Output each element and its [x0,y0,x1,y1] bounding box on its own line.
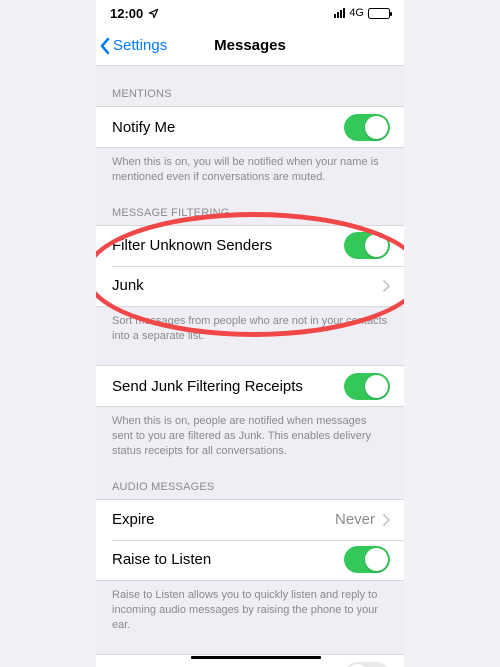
section-header-filtering: MESSAGE FILTERING [96,185,404,225]
network-type: 4G [349,7,364,19]
notify-me-label: Notify Me [112,119,344,136]
mentions-footer: When this is on, you will be notified wh… [96,148,404,185]
expire-label: Expire [112,511,335,528]
section-header-audio: AUDIO MESSAGES [96,459,404,499]
status-bar: 12:00 4G [96,0,404,26]
signal-bars-icon [334,8,345,18]
notify-me-row[interactable]: Notify Me [96,107,404,147]
filter-unknown-label: Filter Unknown Senders [112,237,344,254]
low-quality-row[interactable]: Low Quality Image Mode [96,655,404,667]
section-header-mentions: MENTIONS [96,66,404,106]
filter-unknown-row[interactable]: Filter Unknown Senders [96,226,404,266]
location-icon [148,8,159,19]
chevron-right-icon [383,280,390,292]
junk-receipts-switch[interactable] [344,373,390,400]
expire-row[interactable]: Expire Never [96,500,404,540]
expire-value: Never [335,511,375,528]
junk-receipts-row[interactable]: Send Junk Filtering Receipts [96,366,404,406]
status-time: 12:00 [110,6,143,21]
page-title: Messages [214,37,286,54]
junk-row[interactable]: Junk [96,266,404,306]
chevron-right-icon [383,514,390,526]
back-button[interactable]: Settings [100,37,167,55]
low-quality-switch[interactable] [344,662,390,667]
nav-bar: Settings Messages [96,26,404,66]
raise-row[interactable]: Raise to Listen [96,540,404,580]
raise-label: Raise to Listen [112,551,344,568]
notify-me-switch[interactable] [344,114,390,141]
filter-unknown-switch[interactable] [344,232,390,259]
audio-footer: Raise to Listen allows you to quickly li… [96,581,404,633]
battery-icon [368,8,390,19]
raise-switch[interactable] [344,546,390,573]
chevron-left-icon [100,37,110,55]
back-label: Settings [113,37,167,54]
junk-label: Junk [112,277,383,294]
junk-receipts-label: Send Junk Filtering Receipts [112,378,344,395]
filtering-footer: Sort messages from people who are not in… [96,307,404,344]
junk-receipts-footer: When this is on, people are notified whe… [96,407,404,459]
